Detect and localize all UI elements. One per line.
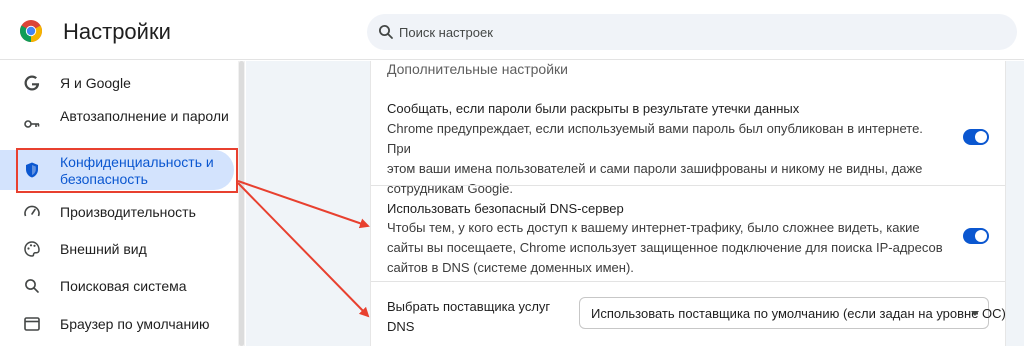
sidebar-item-label: Автозаполнение и пароли: [60, 108, 229, 124]
setting-title: Использовать безопасный DNS-сервер: [387, 201, 624, 216]
palette-icon: [24, 241, 40, 257]
setting-description-line: этом ваши имена пользователей и сами пар…: [387, 161, 923, 176]
sidebar-item-label: Внешний вид: [60, 241, 147, 257]
setting-description: Chrome предупреждает, если используемый …: [387, 119, 947, 199]
search-box[interactable]: [367, 14, 1017, 50]
dns-provider-label: Выбрать поставщика услуг DNS: [387, 297, 577, 337]
shield-icon: [26, 162, 38, 178]
sidebar-item-label: Производительность: [60, 204, 196, 220]
divider: [371, 185, 1005, 186]
sidebar-item-label: Конфиденциальность и безопасность: [60, 154, 214, 187]
setting-row-dns-provider: Выбрать поставщика услуг DNS Использоват…: [371, 297, 1006, 345]
setting-description-line: Chrome предупреждает, если используемый …: [387, 121, 923, 156]
sidebar-item-autofill[interactable]: Автозаполнение и пароли: [0, 106, 234, 142]
sidebar-item-performance[interactable]: Производительность: [0, 200, 234, 224]
setting-row-secure-dns[interactable]: Использовать безопасный DNS-сервер Чтобы…: [371, 189, 1005, 281]
setting-description-line: сайты вы посещаете, Chrome использует за…: [387, 240, 943, 255]
sidebar-item-privacy-security[interactable]: Конфиденциальность и безопасность: [0, 150, 234, 190]
sidebar-item-appearance[interactable]: Внешний вид: [0, 237, 234, 261]
search-icon: [25, 279, 39, 293]
divider: [371, 281, 1005, 282]
search-icon: [379, 25, 393, 39]
dns-provider-select[interactable]: Использовать поставщика по умолчанию (ес…: [579, 297, 1006, 329]
sidebar-item-default-browser[interactable]: Браузер по умолчанию: [0, 312, 234, 336]
dns-provider-label-line: DNS: [387, 319, 415, 334]
toggle-knob: [975, 230, 987, 242]
search-input[interactable]: [399, 14, 999, 50]
setting-description: Чтобы тем, у кого есть доступ к вашему и…: [387, 218, 947, 278]
toggle-knob: [975, 131, 987, 143]
sidebar-scrollbar[interactable]: [238, 61, 245, 346]
key-icon: [24, 120, 40, 128]
sidebar-item-label: Я и Google: [60, 75, 131, 91]
dns-provider-label-line: Выбрать поставщика услуг: [387, 299, 551, 314]
page-title: Настройки: [63, 19, 171, 44]
settings-card: Дополнительные настройки Сообщать, если …: [370, 61, 1006, 346]
sidebar: Я и Google Автозаполнение и пароли Конфи…: [0, 61, 246, 346]
sidebar-item-label: Браузер по умолчанию: [60, 316, 210, 332]
sidebar-item-search-engine[interactable]: Поисковая система: [0, 274, 234, 298]
setting-description-line: Чтобы тем, у кого есть доступ к вашему и…: [387, 220, 920, 235]
browser-window-icon: [24, 317, 40, 331]
speedometer-icon: [24, 205, 40, 217]
setting-row-leak-detection[interactable]: Сообщать, если пароли были раскрыты в ре…: [371, 97, 1005, 196]
sidebar-scrollbar-thumb[interactable]: [239, 61, 244, 346]
google-g-icon: [24, 75, 40, 91]
secure-dns-toggle[interactable]: [963, 228, 989, 244]
chevron-down-icon: [971, 311, 979, 316]
sidebar-item-you-and-google[interactable]: Я и Google: [0, 71, 234, 95]
main-content: Дополнительные настройки Сообщать, если …: [246, 61, 1024, 346]
setting-title: Сообщать, если пароли были раскрыты в ре…: [387, 101, 800, 116]
dns-provider-selected-value: Использовать поставщика по умолчанию (ес…: [591, 306, 1006, 321]
leak-detection-toggle[interactable]: [963, 129, 989, 145]
settings-header: Настройки: [0, 0, 1024, 60]
chrome-logo-icon: [20, 20, 42, 42]
setting-description-line: сайтов в DNS (системе доменных имен).: [387, 260, 634, 275]
section-title: Дополнительные настройки: [387, 61, 568, 77]
sidebar-item-label: Поисковая система: [60, 278, 187, 294]
